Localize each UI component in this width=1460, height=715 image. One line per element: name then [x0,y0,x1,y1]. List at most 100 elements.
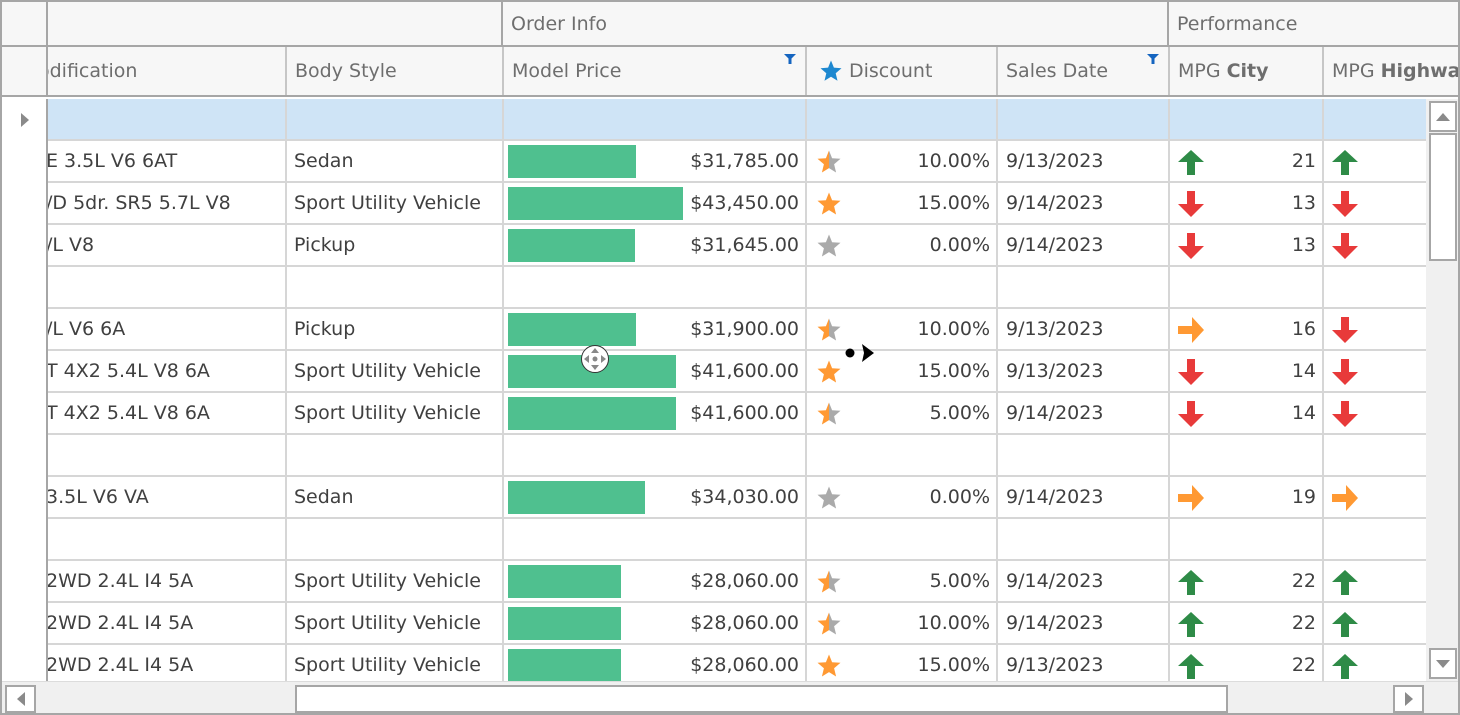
cell-sales-date[interactable]: 9/13/2023 [998,351,1170,391]
table-row[interactable]: /D 5dr. SR5 5.7L V8 Sport Utility Vehicle… [48,183,1426,225]
cell-mpg-highway[interactable] [1324,225,1426,265]
cell-model-price[interactable]: $34,030.00 [504,477,807,517]
group-row[interactable] [48,267,1426,309]
cell-mpg-highway[interactable] [1324,351,1426,391]
cell-sales-date[interactable]: 9/14/2023 [998,393,1170,433]
cell-sales-date[interactable]: 9/14/2023 [998,477,1170,517]
cell-mpg-highway[interactable] [1324,99,1426,139]
cell-body-style[interactable]: Pickup [287,309,504,349]
cell-model-price[interactable]: $41,600.00 [504,351,807,391]
cell-mpg-highway[interactable] [1324,519,1426,559]
column-header-mpg-highway[interactable]: MPG Highwa [1324,47,1458,95]
column-header-sales-date[interactable]: Sales Date [998,47,1170,95]
cell-mpg-city[interactable]: 14 [1170,351,1324,391]
cell-discount[interactable]: 0.00% [807,225,998,265]
horizontal-scrollbar[interactable] [2,681,1458,713]
cell-body-style[interactable]: Pickup [287,225,504,265]
cell-modification[interactable]: T 4X2 5.4L V8 6A [48,351,287,391]
cell-discount[interactable]: 15.00% [807,351,998,391]
cell-sales-date[interactable]: 9/14/2023 [998,603,1170,643]
cell-mpg-city[interactable]: 22 [1170,645,1324,681]
cell-model-price[interactable]: $28,060.00 [504,561,807,601]
column-header-discount[interactable]: Discount [807,47,998,95]
vertical-scrollbar[interactable] [1426,99,1458,681]
cell-sales-date[interactable]: 9/13/2023 [998,309,1170,349]
cell-body-style[interactable]: Sport Utility Vehicle [287,603,504,643]
cell-mpg-city[interactable]: 22 [1170,603,1324,643]
cell-mpg-highway[interactable] [1324,477,1426,517]
scroll-down-button[interactable] [1429,648,1457,679]
cell-mpg-city[interactable] [1170,519,1324,559]
cell-modification[interactable]: 2WD 2.4L I4 5A [48,561,287,601]
cell-mpg-highway[interactable] [1324,309,1426,349]
column-header-body-style[interactable]: Body Style [287,47,504,95]
cell-body-style[interactable]: Sedan [287,477,504,517]
cell-model-price[interactable]: $41,600.00 [504,393,807,433]
cell-discount[interactable]: 10.00% [807,603,998,643]
cell-modification[interactable]: /L V8 [48,225,287,265]
cell-discount[interactable] [807,435,998,475]
cell-modification[interactable] [48,435,287,475]
column-header-model-price[interactable]: Model Price [504,47,807,95]
cell-modification[interactable] [48,267,287,307]
cell-discount[interactable]: 5.00% [807,561,998,601]
group-row[interactable] [48,519,1426,561]
cell-mpg-highway[interactable] [1324,561,1426,601]
cell-mpg-highway[interactable] [1324,183,1426,223]
cell-mpg-highway[interactable] [1324,645,1426,681]
cell-model-price[interactable]: $31,785.00 [504,141,807,181]
cell-body-style[interactable] [287,435,504,475]
cell-sales-date[interactable]: 9/14/2023 [998,225,1170,265]
cell-model-price[interactable] [504,99,807,139]
cell-discount[interactable]: 15.00% [807,183,998,223]
cell-modification[interactable]: 2WD 2.4L I4 5A [48,645,287,681]
cell-sales-date[interactable] [998,99,1170,139]
table-row[interactable]: /L V8 Pickup $31,645.00 0.00% 9/14/2023 13 [48,225,1426,267]
table-row[interactable]: 2WD 2.4L I4 5A Sport Utility Vehicle $28,0… [48,603,1426,645]
cell-modification[interactable]: 3.5L V6 VA [48,477,287,517]
cell-discount[interactable]: 10.00% [807,309,998,349]
cell-model-price[interactable]: $31,900.00 [504,309,807,349]
column-header-mpg-city[interactable]: MPG City [1170,47,1324,95]
cell-body-style[interactable]: Sport Utility Vehicle [287,561,504,601]
cell-model-price[interactable] [504,435,807,475]
band-performance[interactable]: Performance [1169,2,1458,45]
cell-body-style[interactable] [287,267,504,307]
cell-modification[interactable] [48,519,287,559]
cell-body-style[interactable]: Sport Utility Vehicle [287,393,504,433]
table-row[interactable]: 3.5L V6 VA Sedan $34,030.00 0.00% 9/14/2023 1… [48,477,1426,519]
cell-discount[interactable]: 0.00% [807,477,998,517]
cell-sales-date[interactable]: 9/13/2023 [998,141,1170,181]
table-row[interactable]: 2WD 2.4L I4 5A Sport Utility Vehicle $28,0… [48,561,1426,603]
cell-model-price[interactable]: $43,450.00 [504,183,807,223]
cell-mpg-city[interactable]: 22 [1170,561,1324,601]
cell-modification[interactable]: 2WD 2.4L I4 5A [48,603,287,643]
cell-body-style[interactable]: Sport Utility Vehicle [287,351,504,391]
cell-body-style[interactable]: Sport Utility Vehicle [287,183,504,223]
group-row[interactable] [48,99,1426,141]
cell-mpg-highway[interactable] [1324,435,1426,475]
cell-model-price[interactable]: $28,060.00 [504,645,807,681]
cell-mpg-highway[interactable] [1324,603,1426,643]
horizontal-scroll-thumb[interactable] [295,685,1228,713]
cell-mpg-highway[interactable] [1324,393,1426,433]
cell-body-style[interactable] [287,519,504,559]
cell-modification[interactable]: T 4X2 5.4L V8 6A [48,393,287,433]
cell-body-style[interactable]: Sedan [287,141,504,181]
scroll-right-button[interactable] [1393,685,1424,713]
cell-modification[interactable] [48,99,287,139]
band-unnamed[interactable] [48,2,503,45]
cell-sales-date[interactable] [998,267,1170,307]
cell-discount[interactable]: 5.00% [807,393,998,433]
cell-mpg-city[interactable]: 19 [1170,477,1324,517]
table-row[interactable]: T 4X2 5.4L V8 6A Sport Utility Vehicle $41… [48,393,1426,435]
scroll-up-button[interactable] [1429,101,1457,132]
cell-body-style[interactable] [287,99,504,139]
cell-model-price[interactable]: $28,060.00 [504,603,807,643]
cell-discount[interactable] [807,99,998,139]
cell-discount[interactable] [807,267,998,307]
group-row[interactable] [48,435,1426,477]
cell-model-price[interactable]: $31,645.00 [504,225,807,265]
cell-sales-date[interactable] [998,435,1170,475]
cell-sales-date[interactable]: 9/14/2023 [998,561,1170,601]
